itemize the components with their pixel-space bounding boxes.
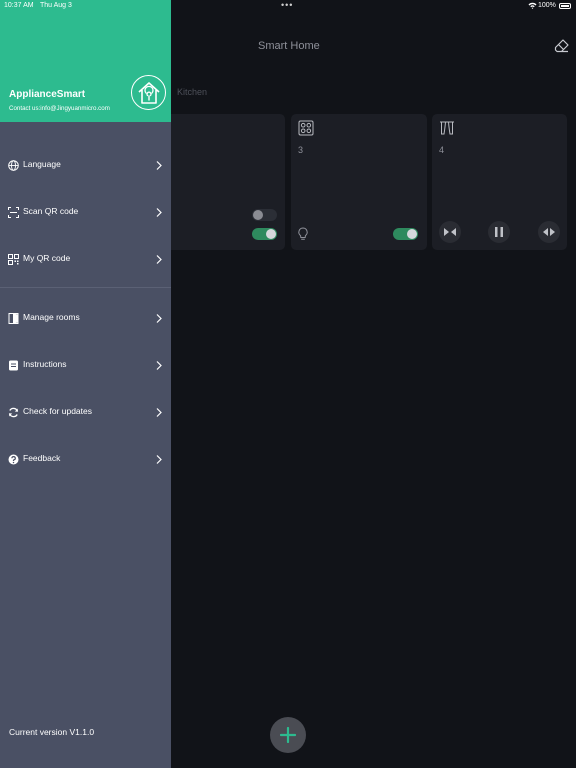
wifi-icon: [528, 2, 537, 11]
curtain-icon: [439, 120, 455, 136]
open-curtain-button[interactable]: [538, 221, 560, 243]
menu-item-scan-qr[interactable]: Scan QR code: [0, 196, 171, 226]
chevron-right-icon: [155, 405, 163, 417]
menu-item-label: Scan QR code: [23, 206, 79, 216]
add-device-button[interactable]: [270, 717, 306, 753]
drawer-header: ApplianceSmart Contact us:info@Jingyuanm…: [0, 0, 171, 122]
stove-icon: [298, 120, 314, 136]
app-logo-icon: [131, 75, 166, 110]
menu-item-feedback[interactable]: Feedback: [0, 443, 171, 473]
chevron-right-icon: [155, 358, 163, 370]
device-card[interactable]: 4: [432, 114, 567, 250]
battery-percentage: 100%: [538, 2, 556, 9]
help-icon: [8, 452, 19, 465]
globe-icon: [8, 158, 19, 171]
chevron-right-icon: [155, 158, 163, 170]
multitasking-dots-icon[interactable]: •••: [281, 0, 293, 10]
status-time: 10:37 AM: [4, 2, 34, 9]
document-icon: [8, 358, 19, 371]
contact-info: Contact us:info@Jingyuanmicro.com: [9, 105, 110, 112]
close-curtain-button[interactable]: [439, 221, 461, 243]
menu-item-manage-rooms[interactable]: Manage rooms: [0, 302, 171, 332]
chevron-right-icon: [155, 311, 163, 323]
menu-item-instructions[interactable]: Instructions: [0, 349, 171, 379]
page-title: Smart Home: [258, 40, 320, 52]
menu-item-my-qr[interactable]: My QR code: [0, 243, 171, 273]
menu-item-label: Instructions: [23, 359, 67, 369]
menu-item-label: Feedback: [23, 453, 61, 463]
status-bar: 10:37 AM Thu Aug 3 ••• 100%: [0, 0, 576, 12]
pause-button[interactable]: [488, 221, 510, 243]
menu-item-language[interactable]: Language: [0, 149, 171, 179]
device-toggle[interactable]: [252, 209, 277, 221]
menu-item-label: Manage rooms: [23, 312, 80, 322]
device-toggle[interactable]: [393, 228, 418, 240]
scan-icon: [8, 205, 19, 218]
device-card[interactable]: 3: [291, 114, 427, 250]
battery-icon: [559, 3, 571, 9]
qr-code-icon: [8, 252, 19, 265]
chevron-right-icon: [155, 252, 163, 264]
app-name: ApplianceSmart: [9, 89, 86, 100]
menu-item-label: Check for updates: [23, 406, 92, 416]
device-toggle[interactable]: [252, 228, 277, 240]
door-icon: [8, 311, 19, 324]
chevron-right-icon: [155, 205, 163, 217]
bulb-icon: [297, 227, 309, 241]
room-tab-kitchen[interactable]: Kitchen: [177, 87, 207, 97]
device-number: 4: [439, 145, 445, 155]
refresh-icon: [8, 405, 19, 418]
device-number: 3: [298, 145, 304, 155]
eraser-icon[interactable]: [554, 38, 570, 54]
plus-icon: [280, 727, 296, 743]
chevron-right-icon: [155, 452, 163, 464]
menu-item-label: My QR code: [23, 253, 71, 263]
menu-item-check-updates[interactable]: Check for updates: [0, 396, 171, 426]
menu-divider: [0, 287, 171, 288]
app-version: Current version V1.1.0: [9, 727, 95, 737]
status-date: Thu Aug 3: [40, 2, 72, 9]
menu-item-label: Language: [23, 159, 61, 169]
side-drawer: ApplianceSmart Contact us:info@Jingyuanm…: [0, 0, 171, 768]
